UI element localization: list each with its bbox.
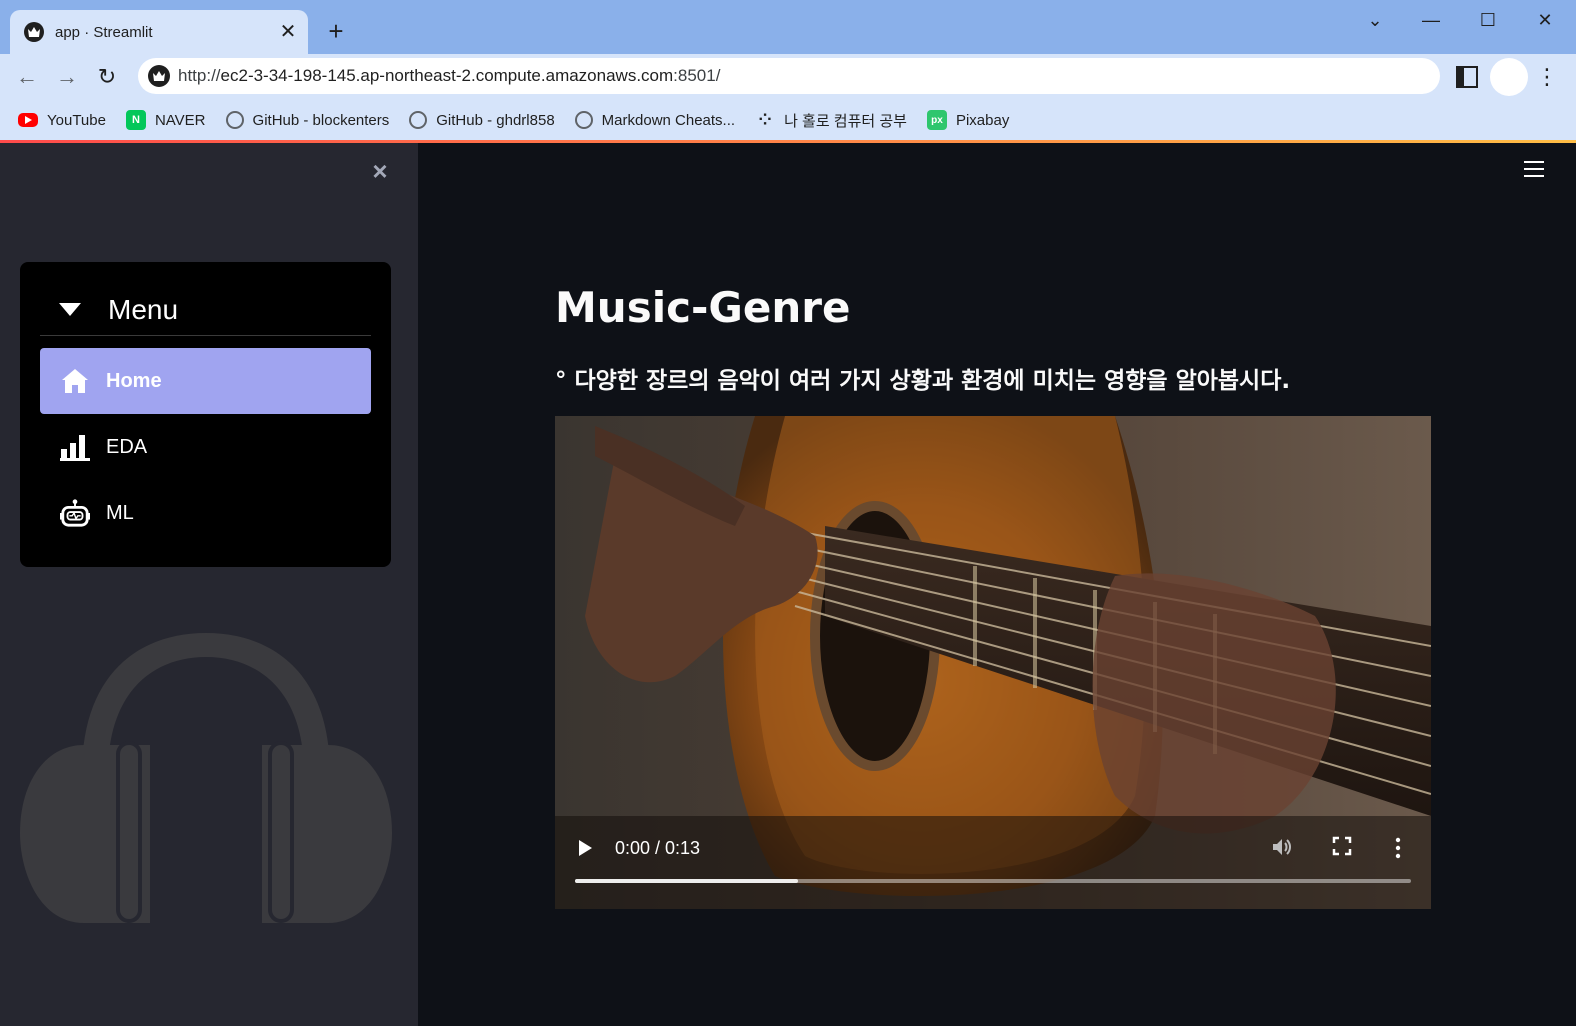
sidebar-close-icon[interactable]: ×: [368, 158, 392, 184]
tab-close-icon[interactable]: ✕: [278, 22, 298, 42]
close-window-button[interactable]: ✕: [1530, 8, 1560, 32]
menu-header[interactable]: Menu: [40, 284, 371, 336]
bookmark-computer-study[interactable]: ⁘ 나 홀로 컴퓨터 공부: [755, 110, 907, 131]
browser-toolbar: ← → ↻ http://ec2-3-34-198-145.ap-northea…: [0, 54, 1576, 100]
app-menu-icon[interactable]: [1524, 161, 1544, 177]
tab-search-icon[interactable]: ⌄: [1360, 8, 1390, 32]
bookmark-naver[interactable]: N NAVER: [125, 110, 206, 130]
sidebar: × Menu Home EDA ML: [0, 143, 418, 1026]
menu-item-label: Home: [106, 369, 162, 392]
url-host: ec2-3-34-198-145.ap-northeast-2.compute.…: [220, 66, 674, 85]
url-port-path: :8501/: [673, 66, 721, 85]
bookmark-label: 나 홀로 컴퓨터 공부: [784, 112, 907, 130]
tab-title: app · Streamlit: [55, 23, 153, 41]
bookmark-label: GitHub - blockenters: [252, 111, 390, 129]
new-tab-button[interactable]: +: [322, 18, 350, 46]
bookmark-label: Markdown Cheats...: [601, 111, 736, 129]
github-icon: [225, 111, 244, 129]
address-bar[interactable]: http://ec2-3-34-198-145.ap-northeast-2.c…: [138, 58, 1440, 94]
browser-tab[interactable]: app · Streamlit ✕: [10, 10, 308, 54]
bookmark-label: GitHub - ghdrl858: [436, 111, 555, 129]
more-options-icon[interactable]: [1393, 836, 1403, 860]
headphones-icon: [20, 633, 392, 923]
menu-title: Menu: [108, 293, 179, 325]
robot-icon: [60, 498, 90, 528]
bookmark-label: Pixabay: [955, 111, 1010, 129]
main-content: Music-Genre ° 다양한 장르의 음악이 여러 가지 상황과 환경에 …: [418, 143, 1576, 1026]
profile-avatar[interactable]: [1490, 58, 1528, 96]
github-icon: [409, 111, 428, 129]
bar-chart-icon: [60, 432, 90, 462]
fullscreen-icon[interactable]: [1332, 836, 1352, 856]
browser-menu-icon[interactable]: ⋮: [1536, 62, 1558, 92]
pixabay-icon: px: [926, 110, 947, 130]
browser-titlebar: app · Streamlit ✕ + ⌄ — ☐ ✕: [0, 0, 1576, 54]
play-icon[interactable]: [579, 840, 592, 856]
maximize-button[interactable]: ☐: [1473, 8, 1503, 32]
video-controls: 0:00 / 0:13: [555, 826, 1431, 876]
github-icon: [574, 111, 593, 129]
dots-icon: ⁘: [758, 112, 772, 129]
side-panel-icon[interactable]: [1456, 66, 1478, 88]
caret-down-icon: [59, 303, 81, 316]
video-player[interactable]: 0:00 / 0:13: [555, 416, 1431, 909]
bookmark-label: YouTube: [47, 111, 106, 129]
menu-item-label: EDA: [106, 435, 148, 458]
menu-item-home[interactable]: Home: [40, 348, 371, 414]
bookmark-github-ghdrl858[interactable]: GitHub - ghdrl858: [409, 111, 555, 129]
minimize-button[interactable]: —: [1416, 8, 1446, 32]
bookmark-pixabay[interactable]: px Pixabay: [926, 110, 1010, 130]
page-subtitle: ° 다양한 장르의 음악이 여러 가지 상황과 환경에 미치는 영향을 알아봅시…: [555, 368, 1291, 394]
streamlit-crown-icon: [24, 22, 44, 42]
volume-icon[interactable]: [1271, 836, 1293, 858]
bookmark-label: NAVER: [154, 111, 206, 129]
bookmark-github-blockenters[interactable]: GitHub - blockenters: [225, 111, 390, 129]
bookmark-markdown-cheatsheet[interactable]: Markdown Cheats...: [574, 111, 736, 129]
url-scheme: http://: [178, 66, 221, 85]
home-icon: [60, 366, 90, 396]
back-arrow-icon[interactable]: ←: [12, 62, 42, 92]
page-title: Music-Genre: [555, 283, 851, 332]
url-text: http://ec2-3-34-198-145.ap-northeast-2.c…: [178, 66, 720, 86]
youtube-icon: [18, 113, 38, 127]
forward-arrow-icon[interactable]: →: [52, 62, 82, 92]
video-time: 0:00 / 0:13: [615, 838, 701, 858]
bookmarks-bar: YouTube N NAVER GitHub - blockenters Git…: [0, 100, 1576, 140]
bookmark-youtube[interactable]: YouTube: [18, 112, 106, 129]
reload-icon[interactable]: ↻: [92, 62, 122, 92]
video-progress-bar[interactable]: [575, 879, 1411, 883]
naver-icon: N: [125, 110, 146, 130]
video-buffered: [575, 879, 799, 883]
menu-item-eda[interactable]: EDA: [40, 414, 371, 480]
option-menu: Menu Home EDA ML: [20, 262, 391, 567]
menu-item-label: ML: [106, 501, 134, 524]
menu-item-ml[interactable]: ML: [40, 480, 371, 546]
site-info-icon[interactable]: [148, 65, 170, 87]
